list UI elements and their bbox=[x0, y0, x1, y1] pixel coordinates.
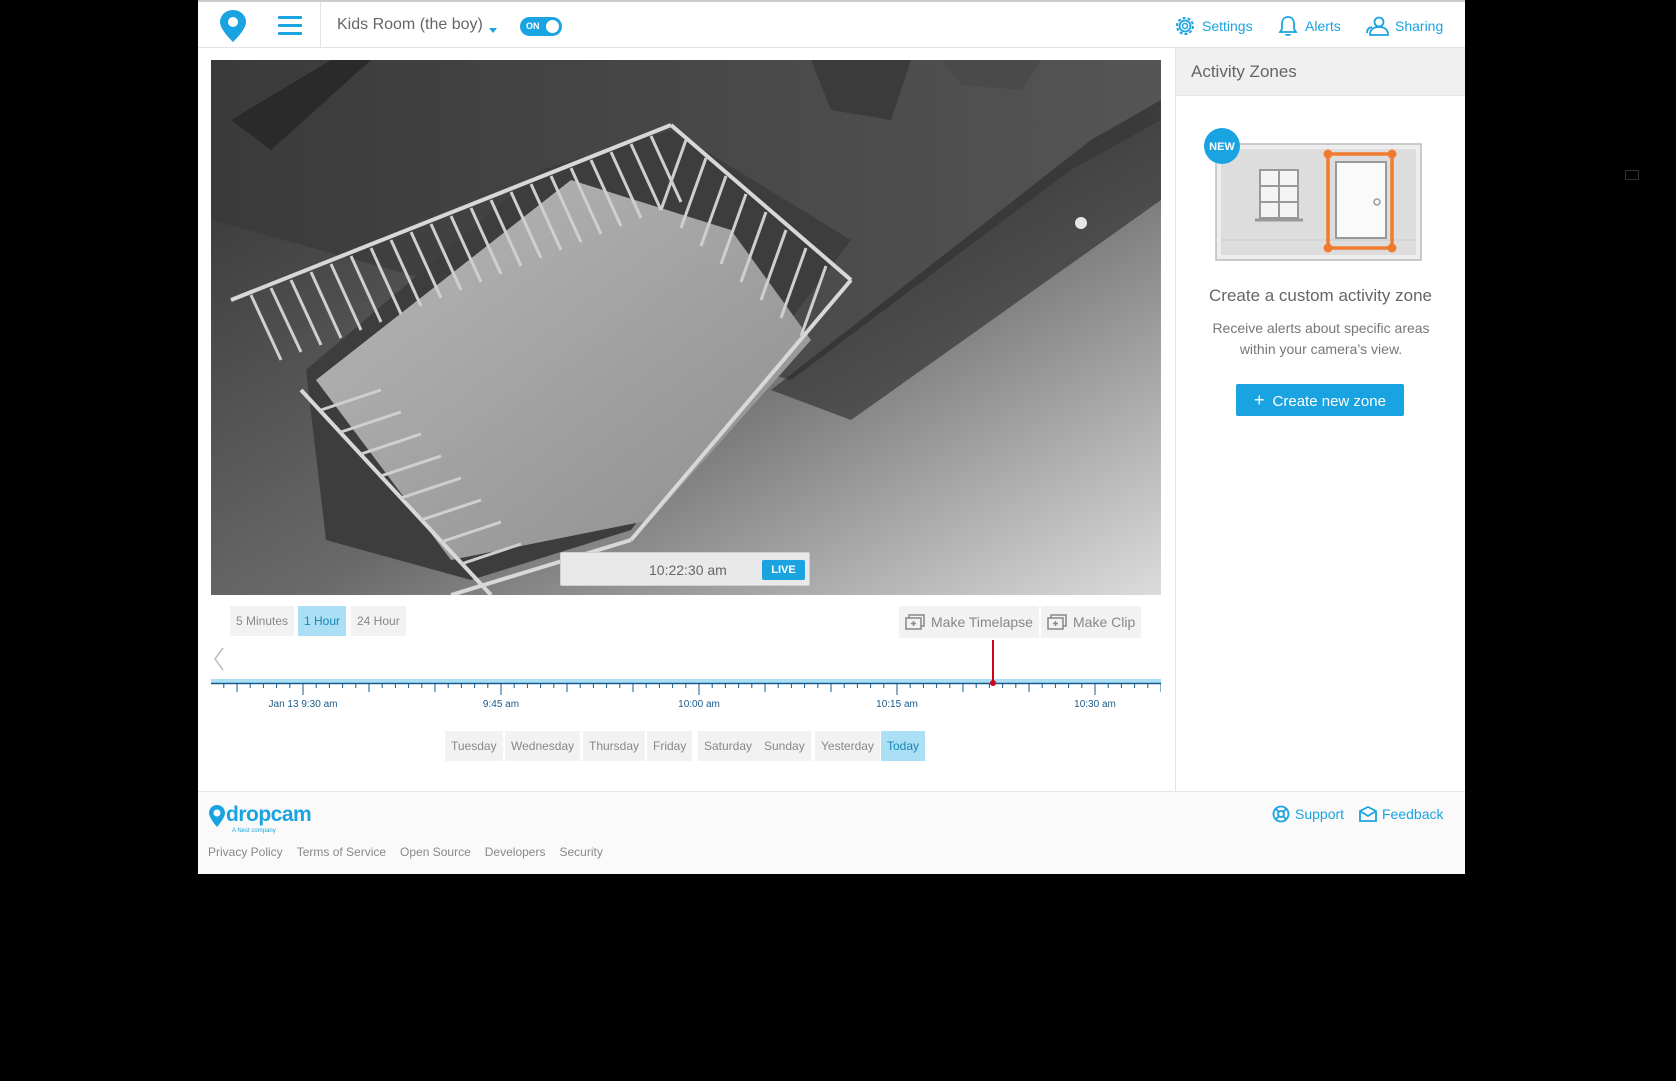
activity-zones-panel: Activity Zones NEW Create a custom activ… bbox=[1175, 48, 1465, 791]
timeline-label: 10:00 am bbox=[678, 699, 720, 710]
users-icon bbox=[1366, 16, 1389, 36]
feedback-label: Feedback bbox=[1382, 806, 1444, 822]
lifebuoy-icon bbox=[1272, 805, 1290, 823]
day-today[interactable]: Today bbox=[881, 731, 926, 761]
timeline-recorded-bar bbox=[211, 679, 1161, 683]
day-thursday[interactable]: Thursday bbox=[583, 731, 646, 761]
range-1-hour[interactable]: 1 Hour bbox=[298, 606, 347, 636]
zone-description: Receive alerts about specific areas with… bbox=[1212, 320, 1430, 357]
range-24-hour[interactable]: 24 Hour bbox=[351, 606, 406, 636]
dropcam-logo[interactable]: dropcam A Nest company bbox=[208, 803, 312, 834]
chevron-left-icon[interactable] bbox=[212, 646, 226, 672]
panel-title: Activity Zones bbox=[1176, 48, 1465, 96]
camera-frame-image bbox=[211, 60, 1161, 595]
day-sunday[interactable]: Sunday bbox=[758, 731, 811, 761]
terms-of-service-link[interactable]: Terms of Service bbox=[297, 845, 386, 859]
alerts-link[interactable]: Alerts bbox=[1276, 14, 1341, 38]
toggle-knob bbox=[546, 20, 559, 33]
timeline-label: 10:30 am bbox=[1074, 699, 1116, 710]
activity-zone-illustration: NEW bbox=[1204, 128, 1422, 261]
create-new-zone-label: Create new zone bbox=[1272, 393, 1386, 410]
open-source-link[interactable]: Open Source bbox=[400, 845, 471, 859]
brand-subtitle: A Nest company bbox=[232, 828, 276, 834]
range-5-minutes[interactable]: 5 Minutes bbox=[230, 606, 295, 636]
chevron-down-icon bbox=[488, 28, 497, 33]
timeline-playhead-dot bbox=[990, 680, 996, 686]
sharing-link[interactable]: Sharing bbox=[1364, 14, 1443, 38]
clip-icon bbox=[1047, 614, 1067, 630]
timeline-label: 10:15 am bbox=[876, 699, 918, 710]
brand-name: dropcam bbox=[226, 803, 312, 826]
make-clip-button[interactable]: Make Clip bbox=[1041, 606, 1142, 638]
top-bar: Kids Room (the boy) ON Settings Alerts S… bbox=[198, 2, 1465, 48]
support-link[interactable]: Support bbox=[1272, 805, 1344, 823]
privacy-policy-link[interactable]: Privacy Policy bbox=[208, 845, 283, 859]
day-yesterday[interactable]: Yesterday bbox=[815, 731, 880, 761]
day-wednesday[interactable]: Wednesday bbox=[505, 731, 581, 761]
timeline-label: Jan 13 9:30 am bbox=[269, 699, 338, 710]
footer: dropcam A Nest company Privacy Policy Te… bbox=[198, 791, 1465, 874]
developers-link[interactable]: Developers bbox=[485, 845, 546, 859]
create-new-zone-button[interactable]: + Create new zone bbox=[1236, 384, 1404, 416]
camera-power-toggle[interactable]: ON bbox=[520, 17, 562, 36]
make-timelapse-label: Make Timelapse bbox=[931, 614, 1033, 630]
make-clip-label: Make Clip bbox=[1073, 614, 1136, 630]
day-friday[interactable]: Friday bbox=[647, 731, 693, 761]
timeline[interactable]: Jan 13 9:30 am 9:45 am 10:00 am 10:15 am… bbox=[211, 640, 1162, 710]
playback-time: 10:22:30 am bbox=[649, 562, 727, 578]
camera-selector[interactable]: Kids Room (the boy) bbox=[337, 16, 497, 34]
zone-heading: Create a custom activity zone bbox=[1209, 286, 1432, 305]
settings-label: Settings bbox=[1202, 18, 1253, 34]
toggle-label: ON bbox=[526, 21, 540, 31]
feedback-icon bbox=[1359, 805, 1377, 822]
timeline-label: 9:45 am bbox=[483, 699, 519, 710]
support-label: Support bbox=[1295, 806, 1345, 822]
app-window: Kids Room (the boy) ON Settings Alerts S… bbox=[198, 0, 1465, 874]
sharing-label: Sharing bbox=[1395, 18, 1444, 34]
alerts-label: Alerts bbox=[1305, 18, 1341, 34]
window-edge-icon bbox=[1625, 170, 1639, 180]
new-badge-label: NEW bbox=[1209, 141, 1235, 153]
bell-icon bbox=[1278, 16, 1298, 37]
header-divider bbox=[320, 2, 321, 48]
plus-icon: + bbox=[1254, 390, 1265, 410]
feedback-link[interactable]: Feedback bbox=[1359, 805, 1443, 823]
hamburger-menu-icon[interactable] bbox=[278, 16, 302, 36]
camera-name: Kids Room (the boy) bbox=[337, 16, 483, 33]
dropcam-pin-icon bbox=[209, 805, 225, 827]
gear-icon bbox=[1176, 17, 1194, 35]
make-timelapse-button[interactable]: Make Timelapse bbox=[899, 606, 1039, 638]
dropcam-pin-icon[interactable] bbox=[218, 8, 248, 44]
settings-link[interactable]: Settings bbox=[1173, 14, 1253, 38]
timeline-track: Jan 13 9:30 am 9:45 am 10:00 am 10:15 am… bbox=[211, 640, 1162, 710]
security-link[interactable]: Security bbox=[559, 845, 602, 859]
camera-video-feed[interactable]: 10:22:30 am LIVE bbox=[211, 60, 1161, 595]
day-tuesday[interactable]: Tuesday bbox=[445, 731, 503, 761]
day-saturday[interactable]: Saturday bbox=[698, 731, 759, 761]
live-button[interactable]: LIVE bbox=[762, 560, 805, 580]
playback-time-pill: 10:22:30 am LIVE bbox=[560, 552, 810, 586]
timelapse-icon bbox=[905, 614, 925, 630]
footer-links: Privacy Policy Terms of Service Open Sou… bbox=[208, 845, 617, 859]
